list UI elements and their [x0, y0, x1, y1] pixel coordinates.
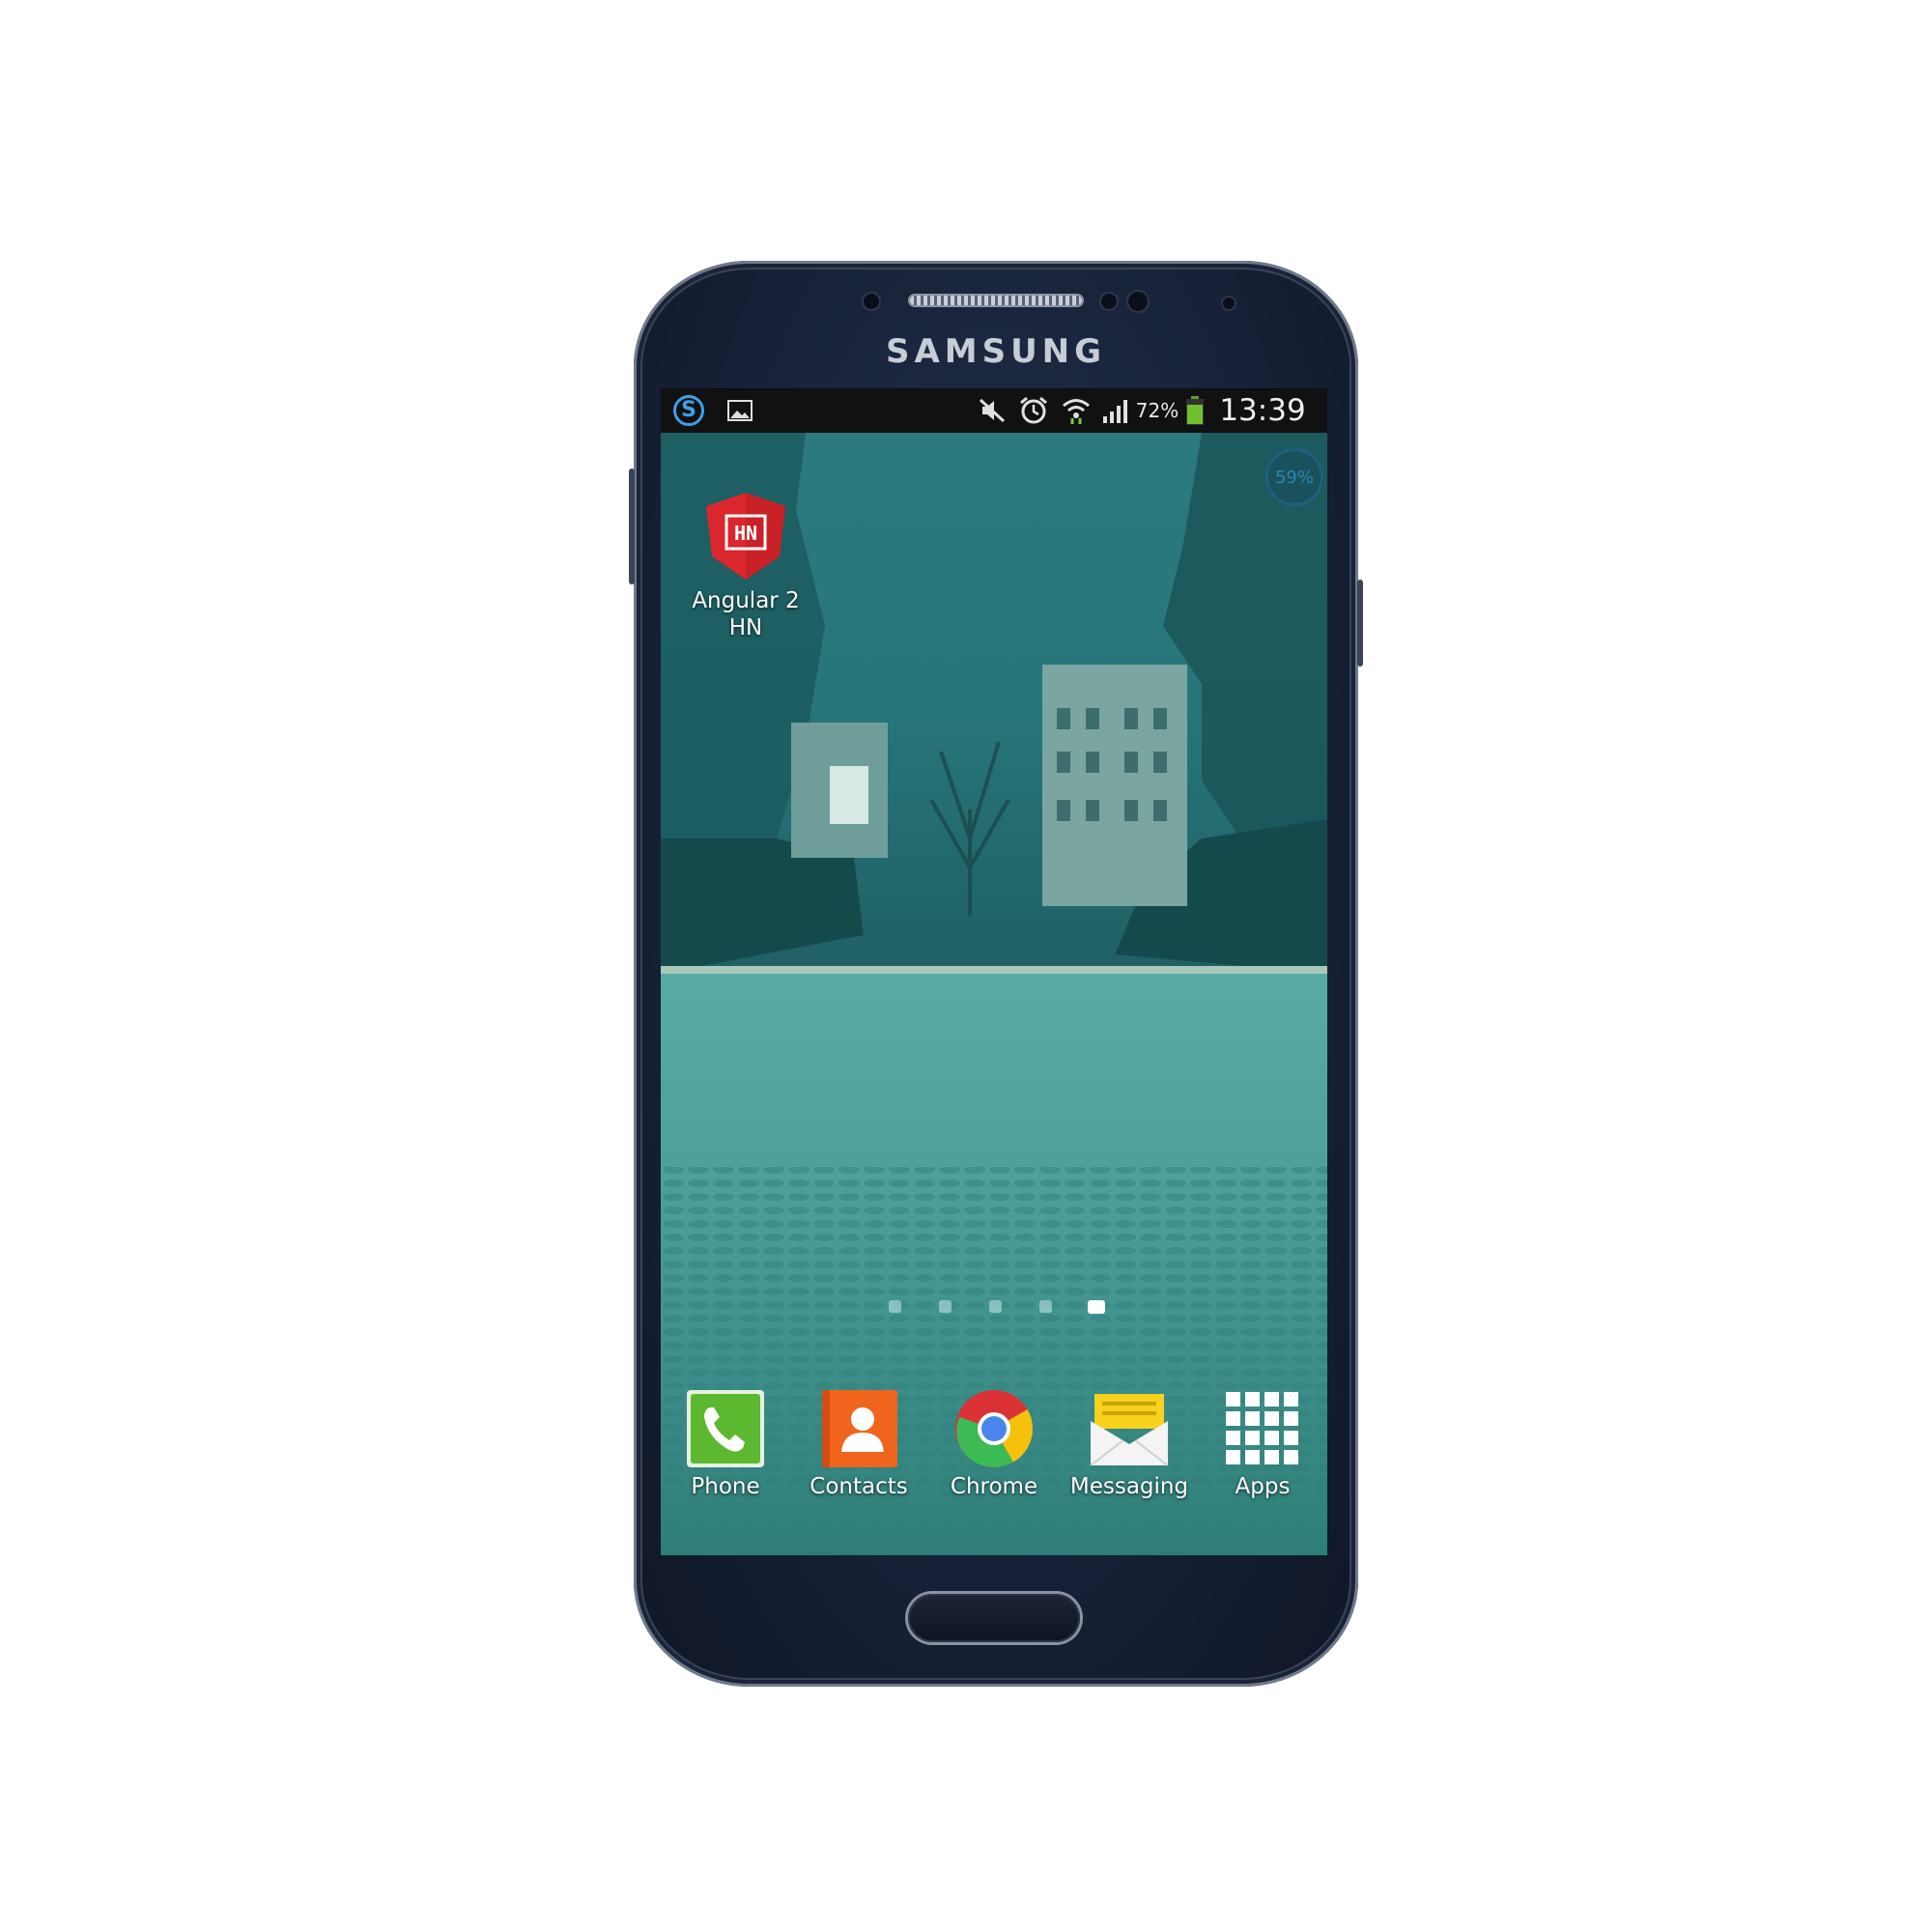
alarm-icon [1016, 388, 1051, 433]
shortcut-label-line2: HN [728, 615, 763, 640]
proximity-sensor [1101, 294, 1117, 309]
earpiece-grille [910, 296, 1082, 305]
screen: S 72% 13:39 59% HN Angular 2 HN Phone Co… [661, 388, 1327, 1555]
battery-percent: 72% [1135, 399, 1179, 422]
dock-chrome[interactable]: Chrome [931, 1388, 1057, 1500]
wifi-icon [1059, 388, 1094, 433]
dock-messaging[interactable]: Messaging [1066, 1388, 1192, 1500]
dock-messaging-label: Messaging [1069, 1474, 1189, 1499]
dock-apps[interactable]: Apps [1200, 1388, 1325, 1500]
ir-sensor [1128, 292, 1148, 311]
page-indicator [661, 1300, 1327, 1316]
shortcut-label-line1: Angular 2 [692, 588, 800, 613]
page-dot[interactable] [939, 1300, 952, 1313]
page-dot[interactable] [989, 1300, 1002, 1313]
status-bar: S 72% 13:39 [661, 388, 1327, 433]
front-camera [1223, 298, 1235, 309]
clock: 13:39 [1219, 393, 1306, 428]
svg-text:HN: HN [734, 522, 757, 545]
brand-logo: SAMSUNG [885, 332, 1107, 371]
image-icon [724, 388, 755, 433]
signal-icon [1099, 388, 1132, 433]
light-sensor [864, 294, 879, 309]
page-dot[interactable] [1039, 1300, 1052, 1313]
s-badge-icon: S [672, 388, 705, 433]
hn-shield-icon: HN [702, 491, 789, 583]
battery-icon [1182, 388, 1208, 433]
messaging-icon [1089, 1388, 1170, 1469]
dock-contacts[interactable]: Contacts [796, 1388, 922, 1500]
phone-icon [685, 1388, 766, 1469]
dock-phone-label: Phone [691, 1474, 760, 1499]
home-button[interactable] [908, 1594, 1080, 1642]
angular-hn-shortcut[interactable]: HN Angular 2 HN [682, 491, 810, 641]
mute-icon [976, 388, 1009, 433]
contacts-icon [818, 1388, 899, 1469]
dock-phone[interactable]: Phone [663, 1388, 788, 1500]
page-dot[interactable] [889, 1300, 901, 1313]
dock-apps-label: Apps [1235, 1474, 1291, 1499]
chrome-icon [953, 1388, 1035, 1469]
page-dot-active[interactable] [1088, 1300, 1105, 1314]
apps-grid-icon [1222, 1388, 1303, 1469]
dock-contacts-label: Contacts [810, 1474, 908, 1499]
dock-chrome-label: Chrome [950, 1474, 1038, 1499]
volume-button[interactable] [629, 469, 635, 584]
battery-widget[interactable]: 59% [1265, 448, 1323, 506]
power-button[interactable] [1357, 580, 1363, 667]
